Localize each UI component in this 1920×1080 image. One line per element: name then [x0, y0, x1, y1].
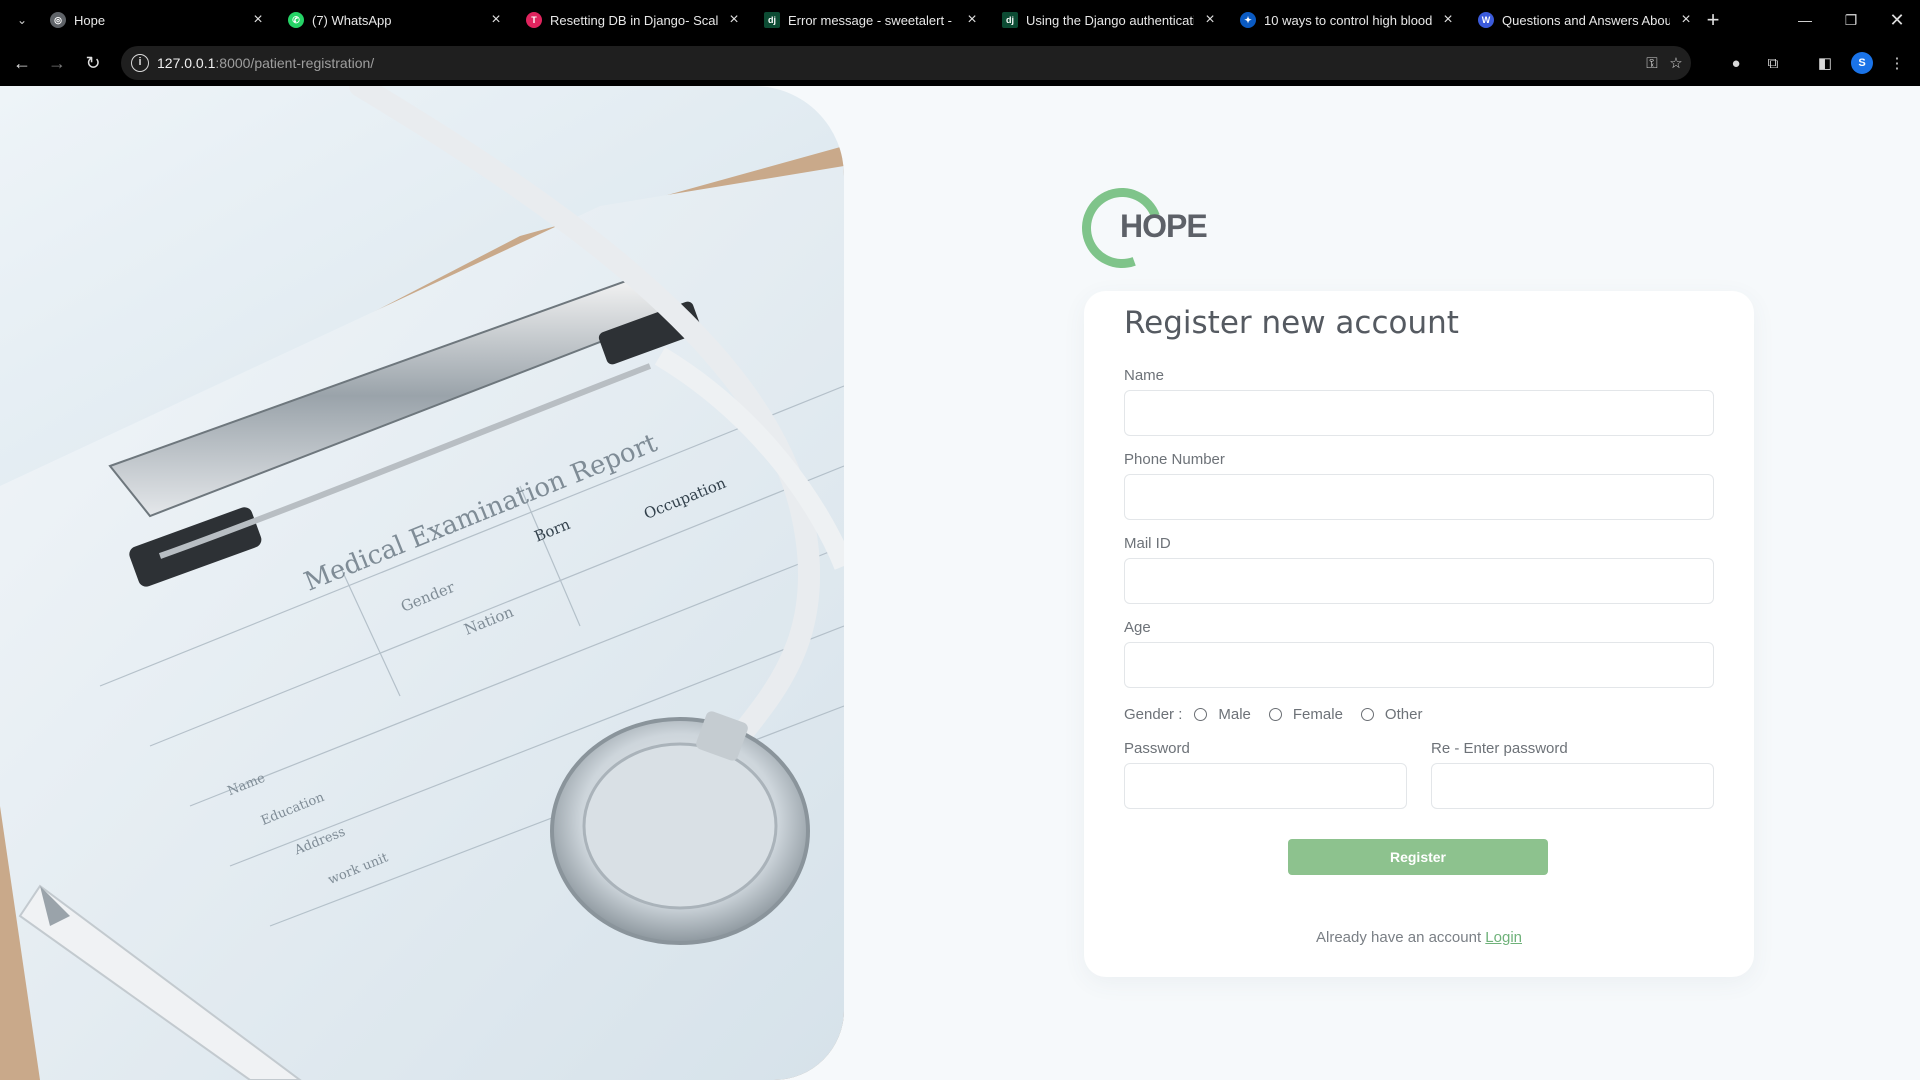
tab-title: 10 ways to control high blood p [1264, 12, 1432, 28]
login-link[interactable]: Login [1485, 929, 1522, 946]
gender-group: Gender : Male Female Other [1124, 704, 1440, 724]
close-tab-icon[interactable]: × [486, 10, 506, 30]
gender-option-other[interactable]: Other [1360, 705, 1423, 723]
url-path: :8000/patient-registration/ [215, 55, 375, 71]
side-panel-icon[interactable]: ◧ [1814, 52, 1836, 74]
repassword-input[interactable] [1431, 763, 1714, 809]
django-icon: dj [764, 12, 780, 28]
tab-django-auth[interactable]: dj Using the Django authenticatio × [992, 0, 1230, 40]
tab-blood-pressure[interactable]: ✦ 10 ways to control high blood p × [1230, 0, 1468, 40]
close-tab-icon[interactable]: × [724, 10, 744, 30]
forward-icon[interactable]: → [44, 50, 70, 76]
name-input[interactable] [1124, 390, 1714, 436]
register-button[interactable]: Register [1288, 839, 1548, 875]
tab-whatsapp[interactable]: ✆ (7) WhatsApp × [278, 0, 516, 40]
phone-input[interactable] [1124, 474, 1714, 520]
male-label: Male [1218, 705, 1251, 723]
other-radio[interactable] [1360, 707, 1374, 721]
tab-strip: ⌄ ◎ Hope × ✆ (7) WhatsApp × T Resetting … [0, 0, 1920, 40]
extension-icon[interactable]: ● [1725, 52, 1747, 74]
w-icon: W [1478, 12, 1494, 28]
medical-clipboard-illustration: Medical Examination Report Gender Born O… [0, 86, 844, 1080]
scaler-icon: T [526, 12, 542, 28]
close-tab-icon[interactable]: × [962, 10, 982, 30]
male-radio[interactable] [1194, 707, 1208, 721]
url-host: 127.0.0.1 [157, 55, 216, 71]
repassword-label: Re - Enter password [1431, 740, 1568, 757]
password-label: Password [1124, 740, 1190, 757]
female-radio[interactable] [1268, 707, 1282, 721]
tab-search-chevron-icon[interactable]: ⌄ [10, 8, 34, 32]
female-label: Female [1292, 705, 1343, 723]
page-title: Register new account [1124, 305, 1459, 341]
tab-questions[interactable]: W Questions and Answers About × [1468, 0, 1706, 40]
tab-sweetalert[interactable]: dj Error message - sweetalert - Us × [754, 0, 992, 40]
password-input[interactable] [1124, 763, 1407, 809]
logo-wordmark: HOPE [1120, 208, 1208, 244]
hero-image: Medical Examination Report Gender Born O… [0, 86, 844, 1080]
gender-option-female[interactable]: Female [1268, 705, 1343, 723]
tab-title: Using the Django authenticatio [1026, 12, 1194, 28]
tab-hope[interactable]: ◎ Hope × [40, 0, 278, 40]
tab-title: (7) WhatsApp [312, 12, 392, 28]
django-icon: dj [1002, 12, 1018, 28]
tab-title: Resetting DB in Django- Scaler [550, 12, 718, 28]
phone-label: Phone Number [1124, 451, 1225, 468]
globe-icon: ◎ [50, 12, 66, 28]
login-prompt-text: Already have an account [1316, 929, 1482, 946]
browser-toolbar: ← → ↻ i 127.0.0.1:8000/patient-registrat… [0, 40, 1920, 86]
gender-label: Gender : [1124, 705, 1183, 723]
hope-logo: HOPE [1068, 174, 1220, 282]
tab-title: Error message - sweetalert - Us [788, 12, 956, 28]
reload-icon[interactable]: ↻ [80, 50, 106, 76]
new-tab-button[interactable]: + [1700, 8, 1726, 34]
bookmark-star-icon[interactable]: ☆ [1665, 53, 1687, 73]
close-tab-icon[interactable]: × [1438, 10, 1458, 30]
close-tab-icon[interactable]: × [1676, 10, 1696, 30]
tab-title: Questions and Answers About [1502, 12, 1670, 28]
restore-icon[interactable]: ❐ [1828, 0, 1874, 40]
address-bar[interactable]: i 127.0.0.1:8000/patient-registration/ ⚿… [121, 46, 1691, 80]
back-icon[interactable]: ← [9, 50, 35, 76]
minimize-icon[interactable]: — [1782, 0, 1828, 40]
mail-label: Mail ID [1124, 535, 1171, 552]
gender-option-male[interactable]: Male [1194, 706, 1251, 723]
password-key-icon[interactable]: ⚿ [1641, 53, 1663, 73]
login-prompt: Already have an account Login [1084, 929, 1754, 946]
close-tab-icon[interactable]: × [248, 10, 268, 30]
whatsapp-icon: ✆ [288, 12, 304, 28]
profile-avatar[interactable]: S [1851, 52, 1873, 74]
registration-card: Register new account Name Phone Number M… [1084, 291, 1754, 977]
close-window-icon[interactable]: ✕ [1874, 0, 1920, 40]
mayo-icon: ✦ [1240, 12, 1256, 28]
other-label: Other [1384, 705, 1423, 723]
tab-title: Hope [74, 12, 106, 28]
menu-kebab-icon[interactable]: ⋮ [1886, 52, 1908, 74]
age-label: Age [1124, 619, 1151, 636]
site-info-icon[interactable]: i [131, 54, 149, 72]
extensions-puzzle-icon[interactable]: ⧉ [1762, 52, 1784, 74]
tab-scaler[interactable]: T Resetting DB in Django- Scaler × [516, 0, 754, 40]
address-url[interactable]: 127.0.0.1:8000/patient-registration/ [157, 55, 374, 71]
age-input[interactable] [1124, 642, 1714, 688]
mail-input[interactable] [1124, 558, 1714, 604]
name-label: Name [1124, 367, 1165, 384]
registration-page: Medical Examination Report Gender Born O… [0, 86, 1920, 1080]
close-tab-icon[interactable]: × [1200, 10, 1220, 30]
